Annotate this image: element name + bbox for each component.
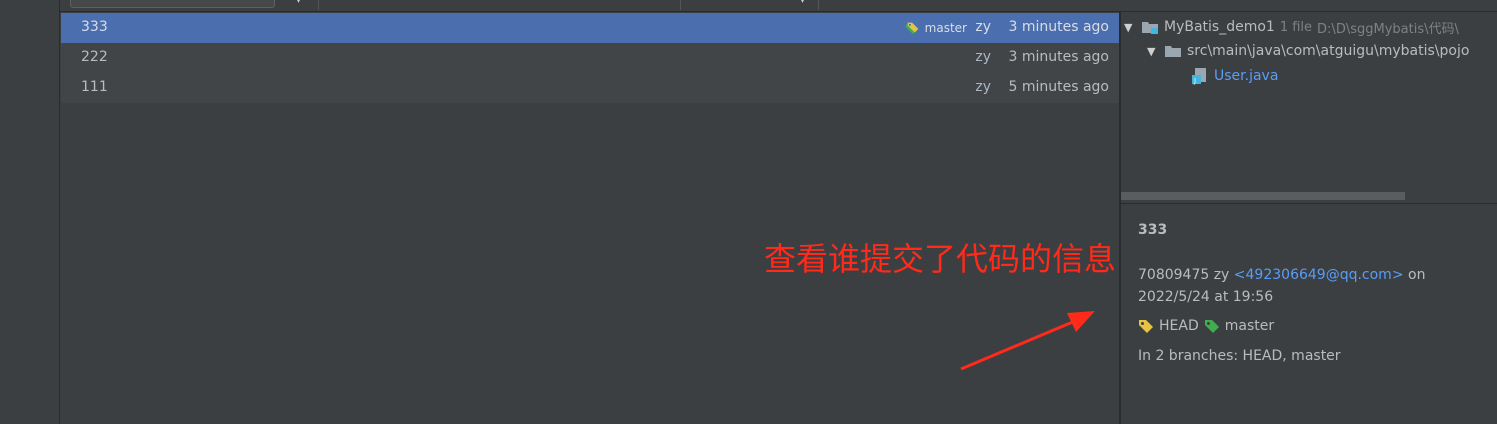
root-label: MyBatis_demo1 xyxy=(1164,19,1275,35)
tag-icon xyxy=(1204,320,1219,333)
java-class-file-icon: J xyxy=(1192,68,1206,85)
commit-refs: HEAD master xyxy=(1138,318,1488,334)
tree-node-root[interactable]: ▼ MyBatis_demo1 1 file D:\D\sggMybatis\代… xyxy=(1124,15,1459,39)
author-email-link[interactable]: <492306649@qq.com> xyxy=(1234,267,1404,283)
root-count: 1 file xyxy=(1279,19,1313,35)
annotation-arrow xyxy=(960,311,1095,371)
folder-icon xyxy=(1165,46,1181,57)
scrollbar-thumb[interactable] xyxy=(1121,192,1405,200)
commit-author: zy xyxy=(975,19,991,35)
commit-refs: master xyxy=(905,21,967,35)
toolbar-divider xyxy=(680,0,681,10)
ref-head: HEAD xyxy=(1159,318,1199,334)
tree-node-file[interactable]: J User.java xyxy=(1191,64,1278,88)
commit-hash-author: 70809475 zy xyxy=(1138,267,1230,283)
toolbar-divider xyxy=(818,0,819,10)
log-filter-input[interactable] xyxy=(70,0,275,8)
commit-date: 3 minutes ago xyxy=(1008,49,1109,65)
branch-label: master xyxy=(924,21,967,35)
root-path: D:\D\sggMybatis\代码\ xyxy=(1317,21,1459,37)
horizontal-scrollbar[interactable] xyxy=(1121,192,1497,200)
commit-message: 111 xyxy=(81,79,108,95)
on-label: on xyxy=(1408,267,1426,283)
commit-author: zy xyxy=(975,49,991,65)
commit-datetime: 2022/5/24 at 19:56 xyxy=(1138,289,1274,305)
commit-row[interactable]: 222 zy 3 minutes ago xyxy=(61,43,1119,73)
commit-date: 5 minutes ago xyxy=(1008,79,1109,95)
file-label: User.java xyxy=(1214,68,1279,84)
git-log-window: ▾ ▾ 333 master zy 3 minutes ago 222 zy 3… xyxy=(0,0,1497,424)
left-gutter xyxy=(0,0,60,424)
commit-row[interactable]: 333 master zy 3 minutes ago xyxy=(61,13,1119,43)
module-folder-icon xyxy=(1142,22,1158,34)
ref-master: master xyxy=(1224,318,1275,334)
top-toolbar: ▾ ▾ xyxy=(60,0,1497,12)
commit-row[interactable]: 111 zy 5 minutes ago xyxy=(61,73,1119,103)
expand-triangle-icon[interactable]: ▼ xyxy=(1147,45,1159,58)
annotation-text: 查看谁提交了代码的信息 xyxy=(764,240,1117,278)
commit-message: 222 xyxy=(81,49,108,65)
chevron-down-icon[interactable]: ▾ xyxy=(800,0,812,6)
commit-details-pane: ▼ MyBatis_demo1 1 file D:\D\sggMybatis\代… xyxy=(1121,12,1497,424)
commit-title: 333 xyxy=(1138,222,1168,238)
commit-author: zy xyxy=(975,79,991,95)
svg-text:J: J xyxy=(1193,77,1196,85)
expand-triangle-icon[interactable]: ▼ xyxy=(1124,21,1136,34)
chevron-down-icon[interactable]: ▾ xyxy=(296,0,308,6)
commit-details: 333 70809475 zy <492306649@qq.com> on 20… xyxy=(1138,222,1488,364)
commit-message: 333 xyxy=(81,19,108,35)
tree-node-folder[interactable]: ▼ src\main\java\com\atguigu\mybatis\pojo xyxy=(1147,39,1469,63)
details-divider xyxy=(1121,203,1497,204)
commit-meta: 70809475 zy <492306649@qq.com> on 2022/5… xyxy=(1138,264,1488,308)
tag-icon xyxy=(1139,320,1153,333)
containing-branches: In 2 branches: HEAD, master xyxy=(1138,348,1341,364)
toolbar-divider xyxy=(318,0,319,10)
folder-label: src\main\java\com\atguigu\mybatis\pojo xyxy=(1187,43,1470,59)
commit-date: 3 minutes ago xyxy=(1008,19,1109,35)
tag-icon xyxy=(905,22,919,35)
